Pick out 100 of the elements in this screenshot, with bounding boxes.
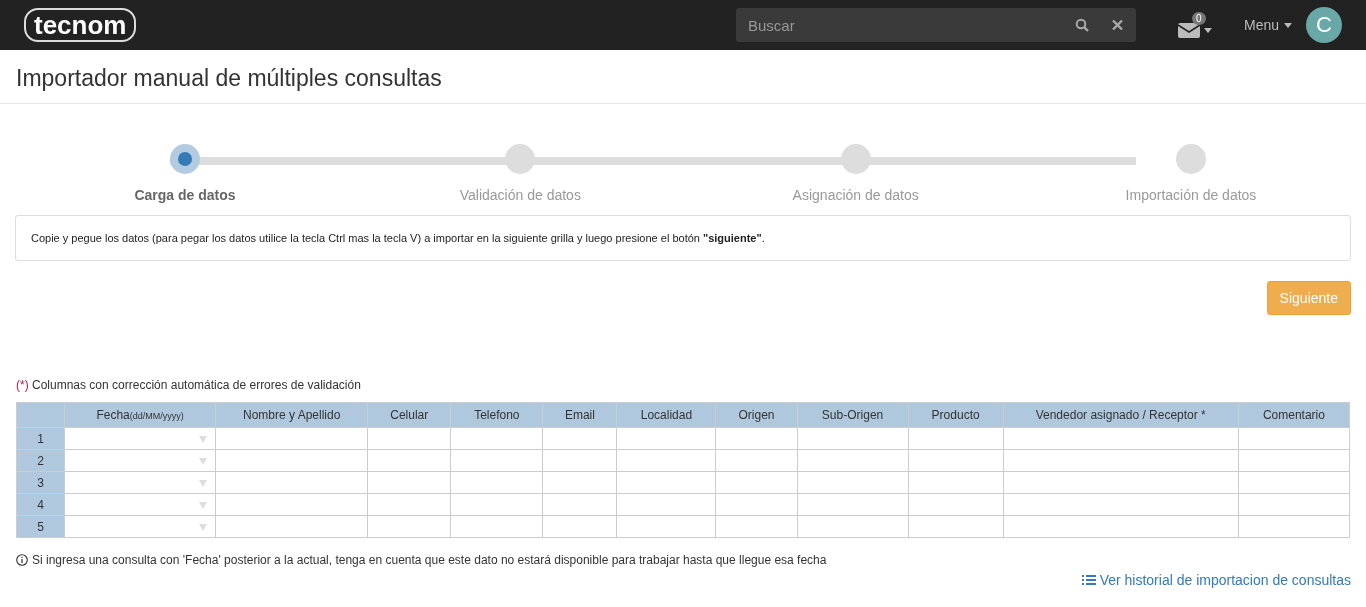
grid-cell[interactable] <box>64 493 216 516</box>
grid-cell[interactable] <box>215 449 368 472</box>
grid-cell[interactable] <box>215 471 368 494</box>
search-icon[interactable] <box>1074 18 1089 32</box>
caret-icon <box>1203 27 1212 33</box>
grid-cell[interactable] <box>367 449 451 472</box>
grid-cell[interactable] <box>367 493 451 516</box>
step-label: Importación de datos <box>1125 187 1257 203</box>
grid-cell[interactable] <box>715 515 797 538</box>
grid-cell[interactable] <box>616 449 716 472</box>
grid-cell[interactable] <box>367 515 451 538</box>
legend-text: Columnas con corrección automática de errores de validación <box>32 378 361 392</box>
user-avatar[interactable]: C <box>1306 7 1342 43</box>
asterisk-marker: (*) <box>16 378 29 392</box>
grid-cell[interactable] <box>450 493 543 516</box>
dropdown-arrow-icon[interactable] <box>199 524 208 531</box>
grid-cell[interactable] <box>64 471 216 494</box>
grid-cell[interactable] <box>1238 515 1350 538</box>
column-header: Producto <box>908 402 1004 428</box>
grid-cell[interactable] <box>1238 427 1350 450</box>
list-icon <box>1081 574 1096 586</box>
grid-cell[interactable] <box>616 471 716 494</box>
notification-badge: 0 <box>1191 12 1206 25</box>
row-number: 1 <box>16 427 65 450</box>
grid-cell[interactable] <box>542 449 617 472</box>
instructions-text: Copie y pegue los datos (para pegar los datos utilice la tecla Ctrl mas la tecla V) a importar en la siguiente grilla y luego presione el botón "siguiente". <box>31 232 765 244</box>
grid-cell[interactable] <box>64 427 216 450</box>
column-header: Celular <box>367 402 451 428</box>
step-label: Asignación de datos <box>792 187 919 203</box>
corner-cell <box>16 402 65 428</box>
grid-cell[interactable] <box>908 427 1004 450</box>
row-number: 5 <box>16 515 65 538</box>
logo[interactable]: tecnom <box>24 8 137 42</box>
grid-cell[interactable] <box>64 515 216 538</box>
column-header: Vendedor asignado / Receptor * <box>1003 402 1239 428</box>
grid-cell[interactable] <box>715 427 797 450</box>
grid-cell[interactable] <box>715 493 797 516</box>
dropdown-arrow-icon[interactable] <box>199 436 208 443</box>
grid-cell[interactable] <box>797 471 909 494</box>
column-header: Fecha(dd/MM/yyyy) <box>64 402 216 428</box>
step-label: Validación de datos <box>459 187 581 203</box>
grid-cell[interactable] <box>64 449 216 472</box>
grid-cell[interactable] <box>1238 493 1350 516</box>
column-header: Sub-Origen <box>797 402 909 428</box>
grid-cell[interactable] <box>908 515 1004 538</box>
grid-cell[interactable] <box>542 471 617 494</box>
grid-cell[interactable] <box>616 515 716 538</box>
grid-cell[interactable] <box>542 427 617 450</box>
grid-cell[interactable] <box>1003 449 1239 472</box>
close-icon[interactable] <box>1111 19 1123 31</box>
grid-cell[interactable] <box>367 471 451 494</box>
grid-cell[interactable] <box>450 515 543 538</box>
grid-cell[interactable] <box>1238 471 1350 494</box>
dropdown-arrow-icon[interactable] <box>199 458 208 465</box>
row-number: 3 <box>16 471 65 494</box>
row-number: 2 <box>16 449 65 472</box>
grid-cell[interactable] <box>908 471 1004 494</box>
dropdown-arrow-icon[interactable] <box>199 502 208 509</box>
grid-cell[interactable] <box>797 449 909 472</box>
grid-cell[interactable] <box>1238 449 1350 472</box>
search-field[interactable]: Buscar <box>735 8 1136 42</box>
row-number: 4 <box>16 493 65 516</box>
note-text: Si ingresa una consulta con 'Fecha' posterior a la actual, tenga en cuenta que este dato no estará disponible para trabajar hasta que llegue esa fecha <box>32 553 827 567</box>
envelope-icon <box>1177 22 1200 38</box>
grid-cell[interactable] <box>215 493 368 516</box>
grid-cell[interactable] <box>542 515 617 538</box>
column-header: Telefono <box>450 402 543 428</box>
grid-cell[interactable] <box>215 515 368 538</box>
page-title: Importador manual de múltiples consultas <box>0 50 1366 104</box>
grid-cell[interactable] <box>450 471 543 494</box>
grid-cell[interactable] <box>542 493 617 516</box>
grid-cell[interactable] <box>215 427 368 450</box>
grid-cell[interactable] <box>908 449 1004 472</box>
column-header: Comentario <box>1238 402 1350 428</box>
column-header: Nombre y Apellido <box>215 402 368 428</box>
grid-cell[interactable] <box>797 493 909 516</box>
column-header: Origen <box>715 402 797 428</box>
grid-cell[interactable] <box>616 493 716 516</box>
grid-cell[interactable] <box>1003 515 1239 538</box>
history-link[interactable]: Ver historial de importacion de consultas <box>1081 572 1351 588</box>
caret-icon <box>1284 22 1292 28</box>
column-header: Localidad <box>616 402 716 428</box>
mail-dropdown[interactable]: 0 <box>1177 12 1214 38</box>
grid-cell[interactable] <box>367 427 451 450</box>
grid-cell[interactable] <box>908 493 1004 516</box>
grid-cell[interactable] <box>450 427 543 450</box>
grid-cell[interactable] <box>797 515 909 538</box>
dropdown-arrow-icon[interactable] <box>199 480 208 487</box>
grid-cell[interactable] <box>616 427 716 450</box>
grid-cell[interactable] <box>715 471 797 494</box>
step-label: Carga de datos <box>134 187 236 203</box>
info-icon <box>16 554 28 566</box>
grid-cell[interactable] <box>1003 471 1239 494</box>
column-header: Email <box>542 402 617 428</box>
grid-cell[interactable] <box>797 427 909 450</box>
menu-dropdown[interactable]: Menu <box>1243 17 1292 33</box>
grid-cell[interactable] <box>1003 493 1239 516</box>
grid-cell[interactable] <box>715 449 797 472</box>
grid-cell[interactable] <box>1003 427 1239 450</box>
grid-cell[interactable] <box>450 449 543 472</box>
